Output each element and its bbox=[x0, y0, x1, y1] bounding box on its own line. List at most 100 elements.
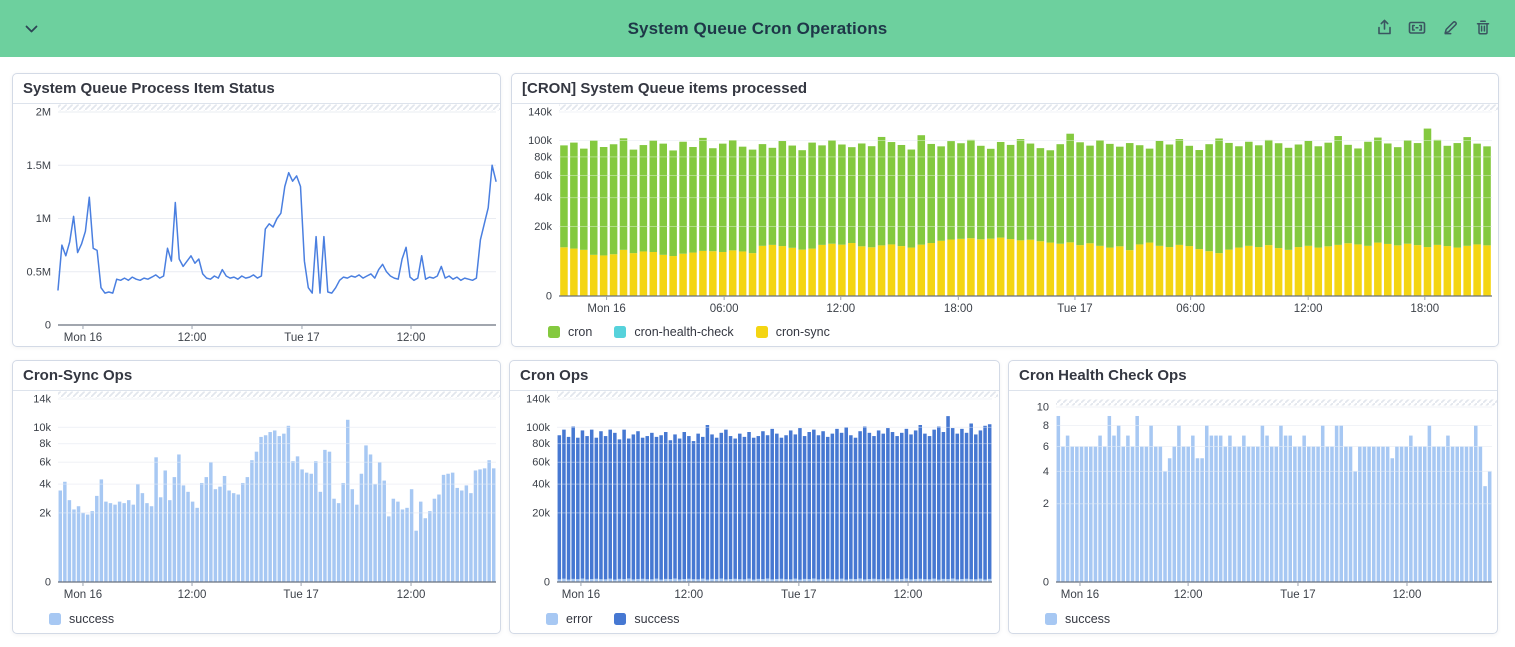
trash-icon bbox=[1475, 19, 1491, 39]
chart-legend: success bbox=[1045, 612, 1110, 626]
legend-label: success bbox=[69, 612, 114, 626]
svg-text:100k: 100k bbox=[528, 135, 552, 147]
svg-text:0: 0 bbox=[1043, 577, 1049, 589]
legend-swatch bbox=[756, 326, 768, 338]
copy-to-dashboard-icon bbox=[1408, 19, 1426, 39]
chart-legend: cron cron-health-check cron-sync bbox=[548, 325, 830, 339]
legend-label: success bbox=[1065, 612, 1110, 626]
svg-text:12:00: 12:00 bbox=[894, 589, 923, 601]
panel-items-processed: [CRON] System Queue items processed 140k… bbox=[511, 73, 1499, 347]
svg-text:2: 2 bbox=[1043, 498, 1049, 510]
edit-button[interactable] bbox=[1440, 19, 1460, 39]
svg-text:1.5M: 1.5M bbox=[27, 160, 51, 172]
panel-title[interactable]: [CRON] System Queue items processed bbox=[512, 74, 1498, 104]
svg-text:Tue 17: Tue 17 bbox=[1280, 589, 1315, 601]
svg-text:0: 0 bbox=[544, 577, 550, 589]
panel-cron-sync-ops: Cron-Sync Ops 14k10k8k6k4k2k0Mon 1612:00… bbox=[12, 360, 501, 634]
svg-text:60k: 60k bbox=[534, 170, 552, 182]
share-button[interactable] bbox=[1374, 19, 1394, 39]
chart-canvas[interactable]: 14k10k8k6k4k2k0Mon 1612:00Tue 1712:00 bbox=[13, 391, 501, 606]
legend-item-success[interactable]: success bbox=[614, 612, 679, 626]
legend-label: cron bbox=[568, 325, 592, 339]
dashboard-title: System Queue Cron Operations bbox=[0, 19, 1515, 39]
svg-text:Mon 16: Mon 16 bbox=[64, 332, 102, 344]
edit-icon bbox=[1442, 19, 1459, 39]
svg-text:12:00: 12:00 bbox=[1294, 303, 1323, 315]
svg-text:20k: 20k bbox=[532, 507, 550, 519]
svg-text:18:00: 18:00 bbox=[1410, 303, 1439, 315]
svg-text:4: 4 bbox=[1043, 466, 1049, 478]
svg-text:12:00: 12:00 bbox=[397, 332, 426, 344]
legend-item-success[interactable]: success bbox=[49, 612, 114, 626]
legend-label: error bbox=[566, 612, 592, 626]
legend-swatch bbox=[546, 613, 558, 625]
legend-swatch bbox=[548, 326, 560, 338]
chart-canvas[interactable]: 140k100k80k60k40k20k0Mon 1606:0012:0018:… bbox=[512, 104, 1498, 320]
svg-text:12:00: 12:00 bbox=[826, 303, 855, 315]
panel-cron-ops: Cron Ops 140k 100k 80k 60k 40k 20k 0 Mon 16 12:0… bbox=[509, 360, 1000, 634]
svg-text:Tue 17: Tue 17 bbox=[1057, 303, 1092, 315]
svg-text:12:00: 12:00 bbox=[397, 589, 426, 601]
chart-canvas[interactable]: 140k100k80k60k40k20k0Mon 1612:00Tue 1712… bbox=[510, 391, 998, 606]
panel-cron-health-check-ops: Cron Health Check Ops 1086420Mon 1612:00… bbox=[1008, 360, 1498, 634]
share-icon bbox=[1376, 19, 1393, 39]
svg-text:1M: 1M bbox=[36, 213, 51, 225]
legend-item-cron[interactable]: cron bbox=[548, 325, 592, 339]
svg-text:2M: 2M bbox=[36, 107, 51, 119]
svg-text:80k: 80k bbox=[532, 438, 550, 450]
legend-item-success[interactable]: success bbox=[1045, 612, 1110, 626]
svg-text:Mon 16: Mon 16 bbox=[1061, 589, 1099, 601]
legend-swatch bbox=[49, 613, 61, 625]
svg-text:12:00: 12:00 bbox=[178, 332, 207, 344]
svg-text:140k: 140k bbox=[528, 107, 552, 119]
panel-title[interactable]: System Queue Process Item Status bbox=[13, 74, 500, 104]
svg-text:100k: 100k bbox=[526, 422, 550, 434]
svg-text:06:00: 06:00 bbox=[1176, 303, 1205, 315]
svg-text:Mon 16: Mon 16 bbox=[587, 303, 625, 315]
svg-text:Mon 16: Mon 16 bbox=[562, 589, 600, 601]
svg-text:4k: 4k bbox=[39, 479, 51, 491]
legend-swatch bbox=[1045, 613, 1057, 625]
legend-item-cron-health-check[interactable]: cron-health-check bbox=[614, 325, 733, 339]
svg-text:Mon 16: Mon 16 bbox=[64, 589, 102, 601]
svg-text:0: 0 bbox=[45, 577, 51, 589]
chart-legend: error success bbox=[546, 612, 680, 626]
svg-text:Tue 17: Tue 17 bbox=[283, 589, 318, 601]
panel-title[interactable]: Cron-Sync Ops bbox=[13, 361, 500, 391]
legend-item-error[interactable]: error bbox=[546, 612, 592, 626]
dashboard-header: System Queue Cron Operations bbox=[0, 0, 1515, 57]
legend-swatch bbox=[614, 326, 626, 338]
collapse-button[interactable] bbox=[22, 20, 40, 38]
svg-text:60k: 60k bbox=[532, 457, 550, 469]
svg-text:10: 10 bbox=[1037, 402, 1049, 414]
svg-text:8k: 8k bbox=[39, 438, 51, 450]
header-actions bbox=[1374, 19, 1493, 39]
svg-text:06:00: 06:00 bbox=[710, 303, 739, 315]
svg-text:10k: 10k bbox=[33, 422, 51, 434]
delete-button[interactable] bbox=[1473, 19, 1493, 39]
legend-item-cron-sync[interactable]: cron-sync bbox=[756, 325, 830, 339]
svg-text:12:00: 12:00 bbox=[178, 589, 207, 601]
panel-title[interactable]: Cron Health Check Ops bbox=[1009, 361, 1497, 391]
svg-text:12:00: 12:00 bbox=[1174, 589, 1203, 601]
svg-text:12:00: 12:00 bbox=[674, 589, 703, 601]
panel-title[interactable]: Cron Ops bbox=[510, 361, 999, 391]
svg-text:6: 6 bbox=[1043, 441, 1049, 453]
chart-canvas[interactable]: 1086420Mon 1612:00Tue 1712:00 bbox=[1009, 391, 1498, 606]
svg-text:40k: 40k bbox=[532, 479, 550, 491]
svg-text:40k: 40k bbox=[534, 192, 552, 204]
chevron-down-icon bbox=[25, 21, 38, 36]
copy-to-dashboard-button[interactable] bbox=[1407, 19, 1427, 39]
legend-label: success bbox=[634, 612, 679, 626]
svg-text:14k: 14k bbox=[33, 394, 51, 406]
svg-text:140k: 140k bbox=[526, 394, 550, 406]
legend-label: cron-health-check bbox=[634, 325, 733, 339]
svg-text:0: 0 bbox=[546, 291, 552, 303]
panel-process-item-status: System Queue Process Item Status 2M 1.5M 1… bbox=[12, 73, 501, 347]
svg-text:2k: 2k bbox=[39, 507, 51, 519]
svg-text:12:00: 12:00 bbox=[1393, 589, 1422, 601]
svg-text:20k: 20k bbox=[534, 221, 552, 233]
chart-canvas[interactable]: 2M1.5M1M0.5M0Mon 1612:00Tue 1712:00 bbox=[13, 104, 501, 347]
legend-label: cron-sync bbox=[776, 325, 830, 339]
svg-text:18:00: 18:00 bbox=[944, 303, 973, 315]
